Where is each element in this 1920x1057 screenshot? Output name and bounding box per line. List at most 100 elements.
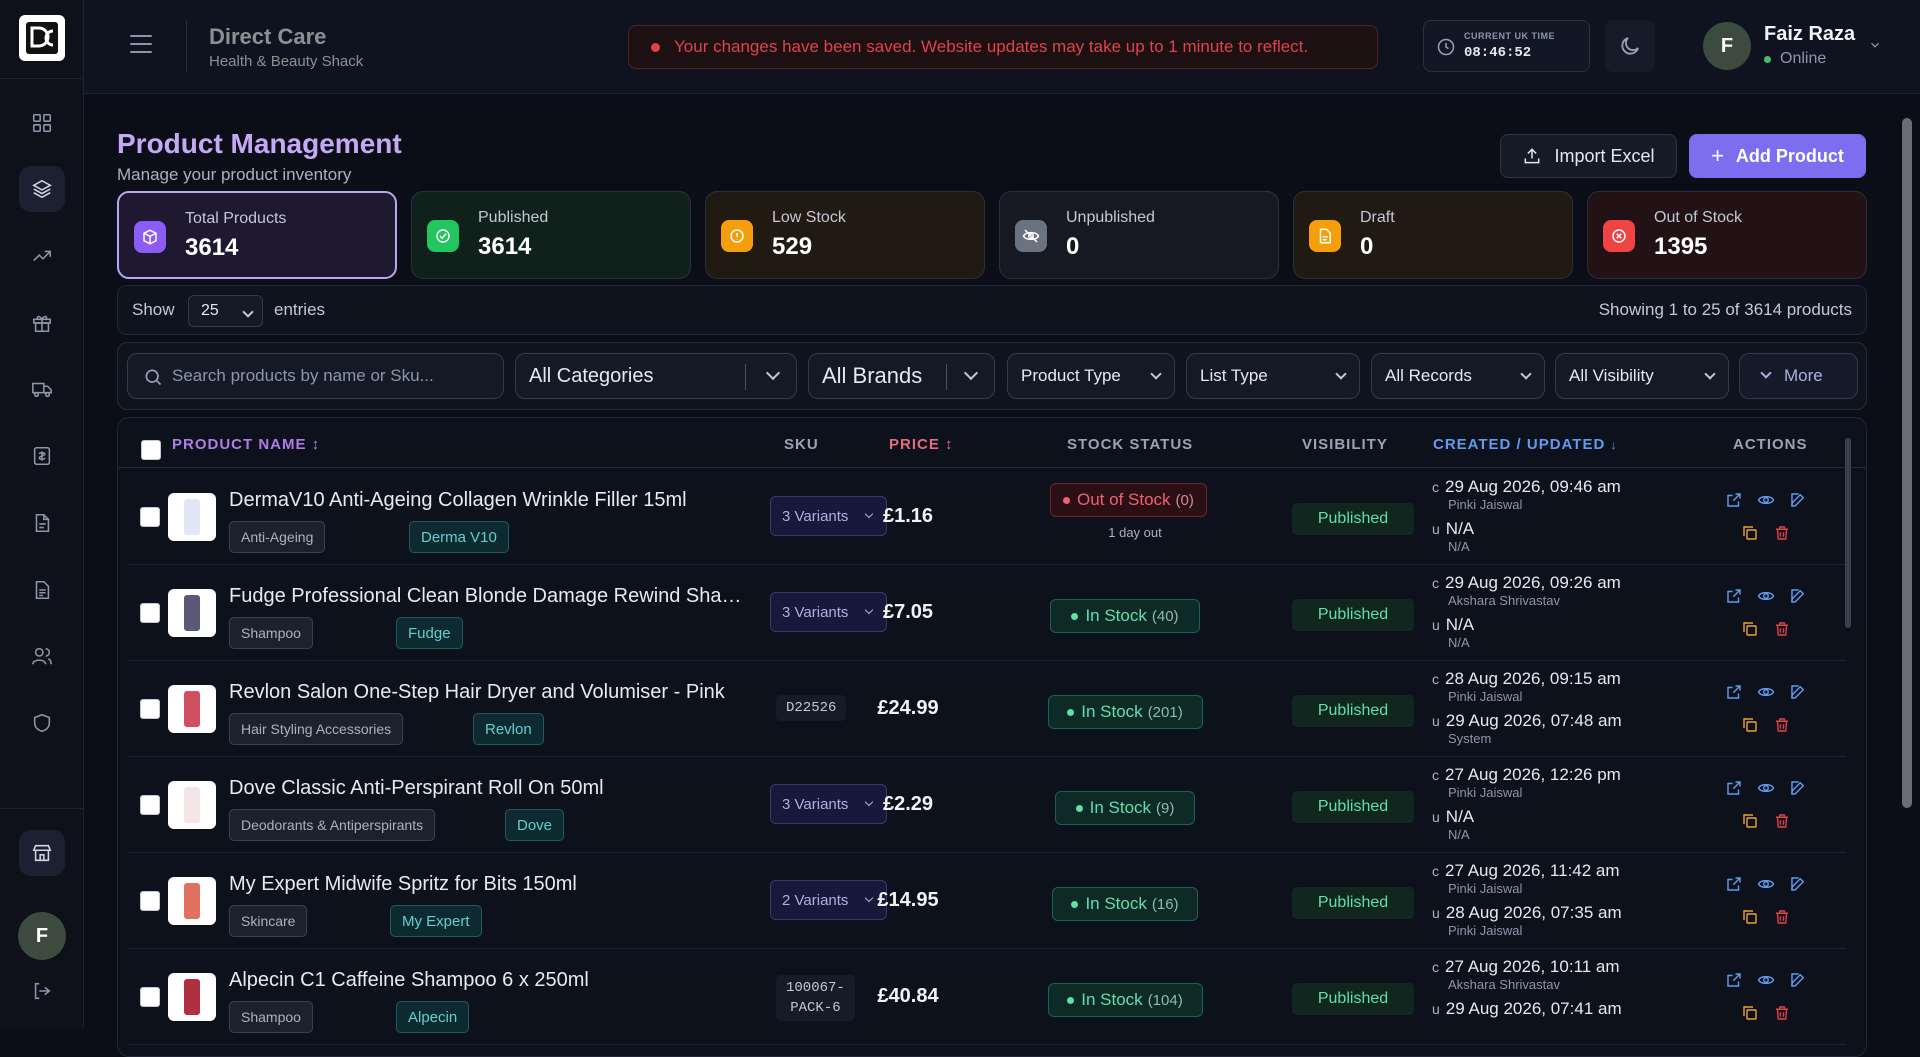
table-row[interactable]: My Expert Midwife Spritz for Bits 150ml …: [128, 853, 1846, 949]
add-product-button[interactable]: + Add Product: [1689, 134, 1866, 178]
table-row[interactable]: Dove Classic Anti-Perspirant Roll On 50m…: [128, 757, 1846, 853]
stat-out-of-stock[interactable]: Out of Stock 1395: [1587, 191, 1867, 279]
duplicate-icon[interactable]: [1741, 812, 1759, 830]
shield-icon[interactable]: [19, 700, 65, 746]
chevron-down-icon: [1335, 368, 1347, 380]
invoice-icon[interactable]: [19, 433, 65, 479]
row-checkbox[interactable]: [140, 891, 160, 911]
dashboard-icon[interactable]: [19, 100, 65, 146]
truck-icon[interactable]: [19, 366, 65, 412]
product-thumbnail[interactable]: [168, 973, 216, 1021]
visibility-select[interactable]: All Visibility: [1555, 353, 1729, 399]
product-name[interactable]: Alpecin C1 Caffeine Shampoo 6 x 250ml: [229, 969, 749, 992]
table-row[interactable]: Fudge Professional Clean Blonde Damage R…: [128, 565, 1846, 661]
edit-icon[interactable]: [1789, 491, 1807, 509]
view-eye-icon[interactable]: [1757, 587, 1775, 605]
sidebar-avatar[interactable]: F: [18, 912, 66, 960]
view-eye-icon[interactable]: [1757, 779, 1775, 797]
table-scrollbar[interactable]: [1845, 438, 1851, 628]
trending-icon[interactable]: [19, 233, 65, 279]
delete-icon[interactable]: [1773, 908, 1791, 926]
edit-icon[interactable]: [1789, 875, 1807, 893]
gift-icon[interactable]: [19, 300, 65, 346]
product-name[interactable]: Dove Classic Anti-Perspirant Roll On 50m…: [229, 777, 749, 800]
duplicate-icon[interactable]: [1741, 716, 1759, 734]
row-checkbox[interactable]: [140, 987, 160, 1007]
table-row[interactable]: Revlon Salon One-Step Hair Dryer and Vol…: [128, 661, 1846, 757]
menu-toggle-icon[interactable]: [130, 35, 152, 55]
table-row[interactable]: Alpecin C1 Caffeine Shampoo 6 x 250ml Sh…: [128, 949, 1846, 1045]
duplicate-icon[interactable]: [1741, 620, 1759, 638]
external-link-icon[interactable]: [1725, 587, 1743, 605]
entries-per-page-select[interactable]: 25: [188, 295, 263, 327]
users-icon[interactable]: [19, 633, 65, 679]
edit-icon[interactable]: [1789, 779, 1807, 797]
edit-icon[interactable]: [1789, 683, 1807, 701]
categories-select[interactable]: All Categories: [515, 353, 797, 399]
document-icon[interactable]: [19, 500, 65, 546]
stat-total-products[interactable]: Total Products 3614: [117, 191, 397, 279]
external-link-icon[interactable]: [1725, 683, 1743, 701]
column-product-name[interactable]: PRODUCT NAME ↕: [172, 436, 320, 453]
layers-icon[interactable]: [19, 166, 65, 212]
product-thumbnail[interactable]: [168, 493, 216, 541]
logout-icon[interactable]: [19, 968, 65, 1014]
external-link-icon[interactable]: [1725, 875, 1743, 893]
delete-icon[interactable]: [1773, 716, 1791, 734]
records-select[interactable]: All Records: [1371, 353, 1545, 399]
list-type-select[interactable]: List Type: [1186, 353, 1360, 399]
user-avatar[interactable]: F: [1703, 22, 1751, 70]
theme-toggle-button[interactable]: [1605, 20, 1655, 72]
search-input[interactable]: [172, 354, 492, 398]
delete-icon[interactable]: [1773, 1004, 1791, 1022]
table-header: PRODUCT NAME ↕ SKU PRICE ↕ STOCK STATUS …: [118, 418, 1866, 468]
product-thumbnail[interactable]: [168, 589, 216, 637]
column-created-updated[interactable]: CREATED / UPDATED ↓: [1433, 436, 1617, 453]
delete-icon[interactable]: [1773, 524, 1791, 542]
product-name[interactable]: Fudge Professional Clean Blonde Damage R…: [229, 585, 749, 608]
view-eye-icon[interactable]: [1757, 491, 1775, 509]
stat-unpublished[interactable]: Unpublished 0: [999, 191, 1279, 279]
file-text-icon[interactable]: [19, 567, 65, 613]
page-scrollbar[interactable]: [1902, 118, 1912, 808]
product-name[interactable]: DermaV10 Anti-Ageing Collagen Wrinkle Fi…: [229, 489, 749, 512]
product-name[interactable]: My Expert Midwife Spritz for Bits 150ml: [229, 873, 749, 896]
product-thumbnail[interactable]: [168, 877, 216, 925]
delete-icon[interactable]: [1773, 812, 1791, 830]
row-checkbox[interactable]: [140, 603, 160, 623]
user-name[interactable]: Faiz Raza: [1764, 23, 1855, 46]
duplicate-icon[interactable]: [1741, 908, 1759, 926]
product-type-select[interactable]: Product Type: [1007, 353, 1175, 399]
view-eye-icon[interactable]: [1757, 875, 1775, 893]
brands-select[interactable]: All Brands: [808, 353, 995, 399]
duplicate-icon[interactable]: [1741, 524, 1759, 542]
user-menu-chevron-icon[interactable]: [1868, 38, 1882, 52]
stat-low-stock[interactable]: Low Stock 529: [705, 191, 985, 279]
store-icon[interactable]: [19, 830, 65, 876]
stat-draft[interactable]: Draft 0: [1293, 191, 1573, 279]
duplicate-icon[interactable]: [1741, 1004, 1759, 1022]
import-excel-button[interactable]: Import Excel: [1500, 134, 1677, 178]
edit-icon[interactable]: [1789, 587, 1807, 605]
row-checkbox[interactable]: [140, 507, 160, 527]
product-name[interactable]: Revlon Salon One-Step Hair Dryer and Vol…: [229, 681, 749, 704]
external-link-icon[interactable]: [1725, 491, 1743, 509]
row-checkbox[interactable]: [140, 795, 160, 815]
external-link-icon[interactable]: [1725, 779, 1743, 797]
stock-badge-in: In Stock (9): [1055, 791, 1195, 825]
product-thumbnail[interactable]: [168, 685, 216, 733]
logo[interactable]: [19, 15, 65, 61]
stat-published[interactable]: Published 3614: [411, 191, 691, 279]
column-price[interactable]: PRICE ↕: [889, 436, 954, 453]
edit-icon[interactable]: [1789, 971, 1807, 989]
more-filters-button[interactable]: More: [1739, 353, 1858, 399]
select-all-checkbox[interactable]: [141, 440, 161, 460]
view-eye-icon[interactable]: [1757, 971, 1775, 989]
product-thumbnail[interactable]: [168, 781, 216, 829]
created-by: Pinki Jaiswal: [1448, 785, 1523, 800]
view-eye-icon[interactable]: [1757, 683, 1775, 701]
row-checkbox[interactable]: [140, 699, 160, 719]
delete-icon[interactable]: [1773, 620, 1791, 638]
table-row[interactable]: DermaV10 Anti-Ageing Collagen Wrinkle Fi…: [128, 469, 1846, 565]
external-link-icon[interactable]: [1725, 971, 1743, 989]
